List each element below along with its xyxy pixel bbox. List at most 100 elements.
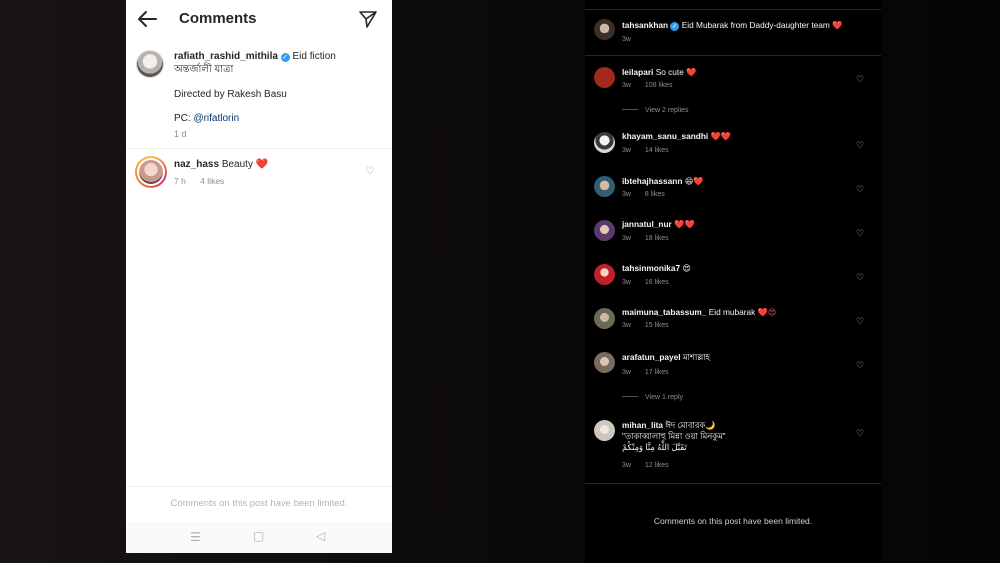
caption-time: 1 d bbox=[174, 129, 187, 139]
comment-username[interactable]: jannatul_nur bbox=[622, 219, 672, 229]
right-comments-screen: tahsankhan ✓ Eid Mubarak from Daddy-daug… bbox=[585, 0, 881, 563]
android-nav-bar: ☰ ▢ ◁ bbox=[126, 522, 392, 553]
comment-avatar[interactable] bbox=[594, 132, 615, 153]
comment-meta: 3w 16 likes bbox=[622, 279, 669, 286]
comment-username[interactable]: khayam_sanu_sandhi bbox=[622, 131, 708, 141]
send-icon[interactable] bbox=[358, 9, 378, 29]
comment-emoji: ❤️ bbox=[686, 67, 697, 77]
caption-time: 3w bbox=[622, 36, 631, 43]
comment-body: naz_hass Beauty ❤️ bbox=[174, 158, 354, 171]
comment-likes[interactable]: 8 likes bbox=[645, 191, 665, 198]
comment-body: jannatul_nur ❤️❤️ bbox=[622, 219, 850, 230]
heart-outline-icon[interactable]: ♡ bbox=[856, 228, 866, 238]
comment-body: khayam_sanu_sandhi ❤️❤️ bbox=[622, 131, 850, 142]
comment-avatar[interactable] bbox=[594, 420, 615, 441]
comment-emoji: 😄❤️ bbox=[684, 176, 704, 186]
comment-likes[interactable]: 15 likes bbox=[645, 322, 669, 329]
heart-outline-icon[interactable]: ♡ bbox=[856, 360, 866, 370]
page-title: Comments bbox=[179, 10, 257, 27]
divider bbox=[585, 9, 881, 10]
comment-emoji: 😍 bbox=[682, 263, 692, 273]
caption-pc-line: PC: @rifatlorin bbox=[174, 112, 384, 125]
post-caption: tahsankhan ✓ Eid Mubarak from Daddy-daug… bbox=[622, 20, 850, 31]
comment-likes[interactable]: 12 likes bbox=[645, 462, 669, 469]
comment-avatar-story-ring[interactable] bbox=[135, 156, 167, 188]
comment-meta: 3w 17 likes bbox=[622, 369, 669, 376]
comment-likes[interactable]: 18 likes bbox=[645, 235, 669, 242]
view-replies-link[interactable]: View 2 replies bbox=[622, 107, 688, 114]
comment-text: Beauty bbox=[221, 159, 253, 170]
comment-time: 3w bbox=[622, 191, 631, 198]
verified-badge-icon: ✓ bbox=[280, 53, 290, 62]
comment-text: মাশাল্লাহ bbox=[682, 352, 710, 362]
comment-meta: 3w 18 likes bbox=[622, 235, 669, 242]
verified-badge-icon: ✓ bbox=[670, 22, 680, 31]
comment-body: leilapari So cute ❤️ bbox=[622, 67, 850, 78]
comment-text-line-2: "তাকাব্বালাহু মিন্না ওয়া মিনকুম" bbox=[622, 431, 726, 441]
comment-avatar[interactable] bbox=[594, 220, 615, 241]
view-replies-link[interactable]: View 1 reply bbox=[622, 394, 683, 401]
comment-likes[interactable]: 16 likes bbox=[645, 279, 669, 286]
caption-pc-prefix: PC: bbox=[174, 113, 194, 124]
heart-outline-icon[interactable]: ♡ bbox=[856, 74, 866, 84]
comment-meta: 3w 108 likes bbox=[622, 82, 673, 89]
comment-likes[interactable]: 4 likes bbox=[200, 176, 224, 186]
caption-text: Eid Mubarak from Daddy-daughter team bbox=[681, 20, 830, 30]
caption-avatar[interactable] bbox=[137, 51, 163, 77]
comment-avatar[interactable] bbox=[594, 176, 615, 197]
comment-likes[interactable]: 17 likes bbox=[645, 369, 669, 376]
comments-header: Comments bbox=[126, 0, 392, 38]
heart-outline-icon[interactable]: ♡ bbox=[856, 140, 866, 150]
comment-body: arafatun_payel মাশাল্লাহ bbox=[622, 352, 850, 363]
caption-avatar[interactable] bbox=[594, 19, 615, 40]
comment-body: mihan_lita ঈদ মোবারক🌙 "তাকাব্বালাহু মিন্… bbox=[622, 420, 850, 453]
comment-username[interactable]: ibtehajhassann bbox=[622, 176, 682, 186]
heart-outline-icon[interactable]: ♡ bbox=[856, 316, 866, 326]
caption-username[interactable]: rafiath_rashid_mithila bbox=[174, 51, 278, 62]
comment-time: 3w bbox=[622, 235, 631, 242]
comment-emoji: ❤️❤️ bbox=[674, 219, 695, 229]
back-arrow-icon[interactable] bbox=[136, 9, 158, 29]
comment-time: 3w bbox=[622, 279, 631, 286]
comment-likes[interactable]: 108 likes bbox=[645, 82, 673, 89]
heart-outline-icon[interactable]: ♡ bbox=[365, 167, 375, 177]
comment-likes[interactable]: 14 likes bbox=[645, 147, 669, 154]
comment-meta: 3w 12 likes bbox=[622, 462, 669, 469]
heart-outline-icon[interactable]: ♡ bbox=[856, 428, 866, 438]
triangle-back-icon[interactable]: ◁ bbox=[316, 529, 325, 543]
comment-time: 7 h bbox=[174, 176, 186, 186]
caption-mention-link[interactable]: @rifatlorin bbox=[193, 113, 239, 124]
comment-time: 3w bbox=[622, 82, 631, 89]
comment-username[interactable]: naz_hass bbox=[174, 159, 219, 170]
comment-avatar[interactable] bbox=[594, 264, 615, 285]
comment-meta: 3w 8 likes bbox=[622, 191, 665, 198]
square-icon[interactable]: ▢ bbox=[253, 529, 264, 543]
comment-time: 3w bbox=[622, 369, 631, 376]
heart-outline-icon[interactable]: ♡ bbox=[856, 184, 866, 194]
comment-meta: 3w 14 likes bbox=[622, 147, 669, 154]
comment-emoji: 🌙 bbox=[705, 420, 716, 430]
divider bbox=[585, 55, 881, 56]
caption-line-2: অন্তর্জালী যাত্রা bbox=[174, 64, 234, 75]
comment-username[interactable]: tahsinmonika7 bbox=[622, 263, 680, 273]
comment-avatar[interactable] bbox=[594, 352, 615, 373]
comment-username[interactable]: maimuna_tabassum_ bbox=[622, 307, 706, 317]
comment-avatar[interactable] bbox=[594, 67, 615, 88]
comment-avatar bbox=[139, 160, 163, 184]
caption-username[interactable]: tahsankhan bbox=[622, 20, 668, 30]
comment-time: 3w bbox=[622, 322, 631, 329]
comment-meta: 3w 15 likes bbox=[622, 322, 669, 329]
comment-username[interactable]: leilapari bbox=[622, 67, 653, 77]
divider bbox=[126, 148, 392, 149]
heart-outline-icon[interactable]: ♡ bbox=[856, 272, 866, 282]
comment-username[interactable]: arafatun_payel bbox=[622, 352, 681, 362]
left-comments-screen: Comments rafiath_rashid_mithila ✓ Eid fi… bbox=[126, 0, 392, 553]
comment-username[interactable]: mihan_lita bbox=[622, 420, 663, 430]
comment-avatar[interactable] bbox=[594, 308, 615, 329]
comment-text: So cute bbox=[655, 67, 684, 77]
menu-icon[interactable]: ☰ bbox=[190, 530, 201, 544]
comment-time: 3w bbox=[622, 462, 631, 469]
post-caption: rafiath_rashid_mithila ✓ Eid fiction অন্… bbox=[174, 50, 384, 141]
comment-time: 3w bbox=[622, 147, 631, 154]
comment-text: ঈদ মোবারক bbox=[665, 420, 706, 430]
